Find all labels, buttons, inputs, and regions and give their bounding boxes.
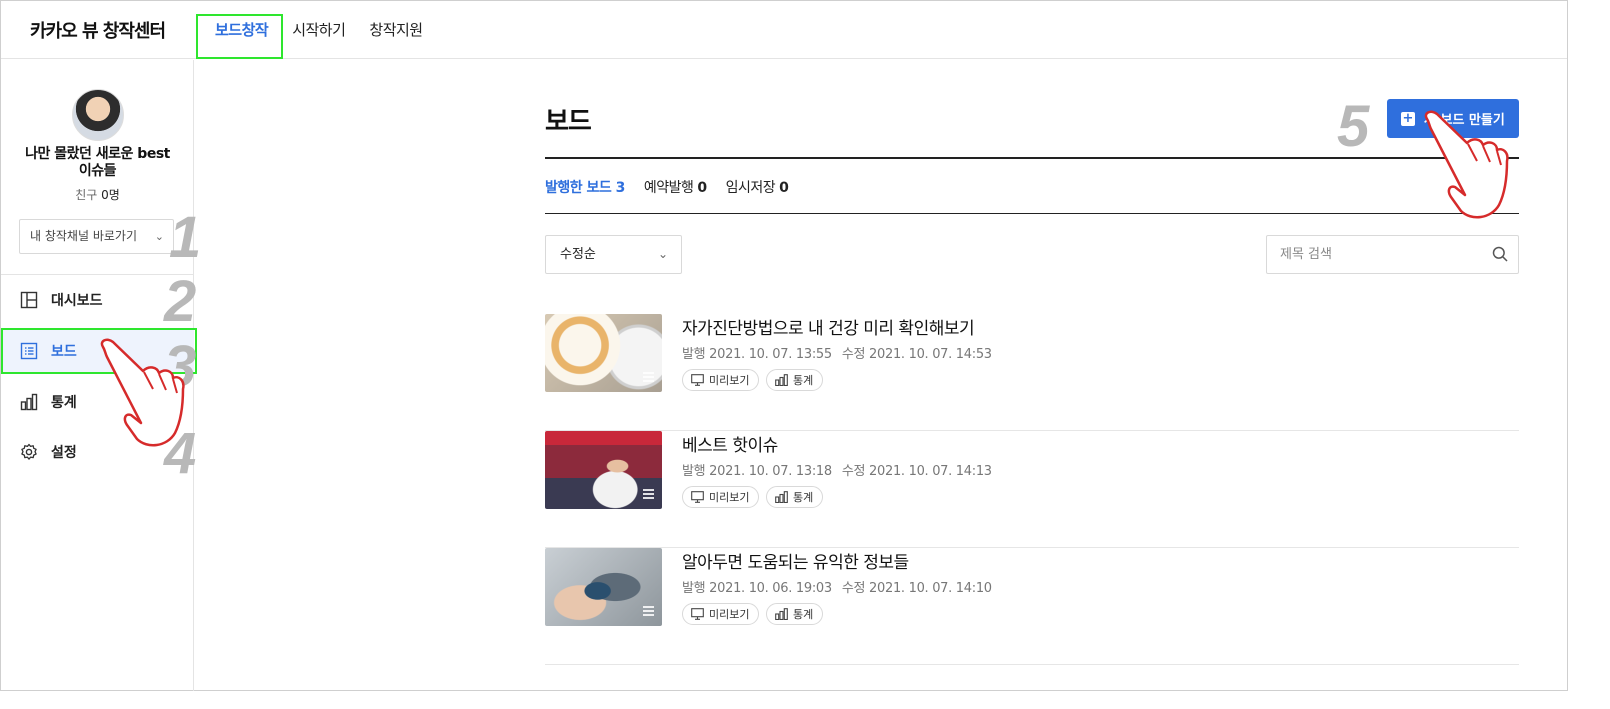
board-thumbnail[interactable] bbox=[545, 431, 662, 509]
search-input[interactable] bbox=[1267, 236, 1467, 273]
pointing-hand-icon bbox=[100, 338, 185, 447]
modified-date: 수정 2021. 10. 07. 14:53 bbox=[841, 347, 992, 362]
board-thumbnail[interactable] bbox=[545, 314, 662, 392]
preview-button[interactable]: 미리보기 bbox=[682, 369, 760, 391]
board-row[interactable]: 알아두면 도움되는 유익한 정보들 발행 2021. 10. 06. 19:03… bbox=[545, 548, 1519, 665]
preview-button[interactable]: 미리보기 bbox=[682, 603, 760, 625]
filter-count: 0 bbox=[697, 180, 707, 196]
highlight-box-tab bbox=[196, 14, 283, 59]
step-number-5: 5 bbox=[1337, 94, 1370, 159]
preview-label: 미리보기 bbox=[709, 491, 750, 504]
friends-value: 0명 bbox=[101, 188, 120, 202]
friends-count: 친구 0명 bbox=[1, 186, 194, 203]
pointing-hand-icon bbox=[1424, 110, 1509, 219]
tab-creator-support[interactable]: 창작지원 bbox=[369, 1, 423, 59]
sort-select-value: 수정순 bbox=[560, 247, 596, 262]
stats-icon bbox=[775, 374, 788, 386]
monitor-icon bbox=[691, 608, 704, 620]
filter-count: 3 bbox=[615, 180, 626, 196]
board-title[interactable]: 자가진단방법으로 내 건강 미리 확인해보기 bbox=[682, 314, 975, 339]
channel-select-label: 내 창작채널 바로가기 bbox=[30, 229, 137, 243]
page-title: 보드 bbox=[545, 107, 592, 137]
board-row[interactable]: 자가진단방법으로 내 건강 미리 확인해보기 발행 2021. 10. 07. … bbox=[545, 314, 1519, 431]
list-icon bbox=[643, 606, 654, 616]
board-dates: 발행 2021. 10. 07. 13:55 수정 2021. 10. 07. 1… bbox=[682, 343, 1002, 362]
preview-label: 미리보기 bbox=[709, 374, 750, 387]
stats-label: 통계 bbox=[793, 491, 814, 504]
sidebar-item-label: 설정 bbox=[51, 445, 77, 461]
filter-label: 예약발행 bbox=[643, 180, 694, 196]
preview-label: 미리보기 bbox=[709, 608, 750, 621]
filter-count: 0 bbox=[779, 180, 789, 196]
stats-label: 통계 bbox=[793, 374, 814, 387]
preview-button[interactable]: 미리보기 bbox=[682, 486, 760, 508]
filter-scheduled[interactable]: 예약발행 0 bbox=[644, 177, 707, 197]
dashboard-icon bbox=[20, 291, 38, 309]
plus-icon: + bbox=[1401, 110, 1415, 126]
filter-published[interactable]: 발행한 보드 3 bbox=[545, 177, 625, 197]
board-title[interactable]: 베스트 핫이슈 bbox=[682, 431, 778, 456]
profile-name: 나만 몰랐던 새로운 best 이슈들 bbox=[25, 146, 170, 179]
friends-label: 친구 bbox=[75, 188, 98, 202]
board-filter-tabs: 발행한 보드 3 예약발행 0 임시저장 0 bbox=[545, 177, 807, 197]
channel-shortcut-select[interactable]: 내 창작채널 바로가기 ⌄ bbox=[19, 219, 174, 254]
board-dates: 발행 2021. 10. 06. 19:03 수정 2021. 10. 07. 1… bbox=[682, 577, 1002, 596]
search-icon[interactable] bbox=[1492, 246, 1508, 262]
filter-divider bbox=[545, 213, 1519, 214]
board-dates: 발행 2021. 10. 07. 13:18 수정 2021. 10. 07. 1… bbox=[682, 460, 1002, 479]
published-date: 발행 2021. 10. 06. 19:03 bbox=[682, 581, 832, 596]
board-thumbnail[interactable] bbox=[545, 548, 662, 626]
filter-drafts[interactable]: 임시저장 0 bbox=[726, 177, 789, 197]
sidebar-item-label: 대시보드 bbox=[51, 293, 103, 309]
logo[interactable]: 카카오 뷰 창작센터 bbox=[30, 17, 166, 43]
board-title[interactable]: 알아두면 도움되는 유익한 정보들 bbox=[682, 548, 909, 573]
board-row[interactable]: 베스트 핫이슈 발행 2021. 10. 07. 13:18 수정 2021. 1… bbox=[545, 431, 1519, 548]
stats-icon bbox=[20, 393, 38, 411]
chevron-down-icon: ⌄ bbox=[657, 247, 668, 261]
title-search bbox=[1266, 235, 1519, 274]
stats-button[interactable]: 통계 bbox=[766, 603, 824, 625]
modified-date: 수정 2021. 10. 07. 14:10 bbox=[841, 581, 992, 596]
published-date: 발행 2021. 10. 07. 13:55 bbox=[682, 347, 832, 362]
tab-getting-started[interactable]: 시작하기 bbox=[292, 1, 346, 59]
stats-button[interactable]: 통계 bbox=[766, 369, 824, 391]
monitor-icon bbox=[691, 374, 704, 386]
avatar[interactable] bbox=[72, 89, 124, 141]
stats-icon bbox=[775, 491, 788, 503]
stats-icon bbox=[775, 608, 788, 620]
sort-select[interactable]: 수정순 ⌄ bbox=[545, 235, 682, 274]
list-icon bbox=[643, 372, 654, 382]
step-number-1: 1 bbox=[169, 205, 202, 270]
step-number-2: 2 bbox=[164, 269, 197, 334]
stats-label: 통계 bbox=[793, 608, 814, 621]
modified-date: 수정 2021. 10. 07. 14:13 bbox=[841, 464, 992, 479]
chevron-down-icon: ⌄ bbox=[154, 230, 164, 243]
monitor-icon bbox=[691, 491, 704, 503]
filter-label: 임시저장 bbox=[725, 180, 776, 196]
gear-icon bbox=[21, 443, 37, 460]
sidebar-item-label: 통계 bbox=[51, 395, 77, 411]
published-date: 발행 2021. 10. 07. 13:18 bbox=[682, 464, 832, 479]
window: 카카오 뷰 창작센터 보드창작 시작하기 창작지원 나만 몰랐던 새로운 bes… bbox=[0, 0, 1568, 691]
list-icon bbox=[643, 489, 654, 499]
stats-button[interactable]: 통계 bbox=[766, 486, 824, 508]
title-divider bbox=[545, 157, 1519, 159]
filter-label: 발행한 보드 bbox=[545, 180, 612, 196]
